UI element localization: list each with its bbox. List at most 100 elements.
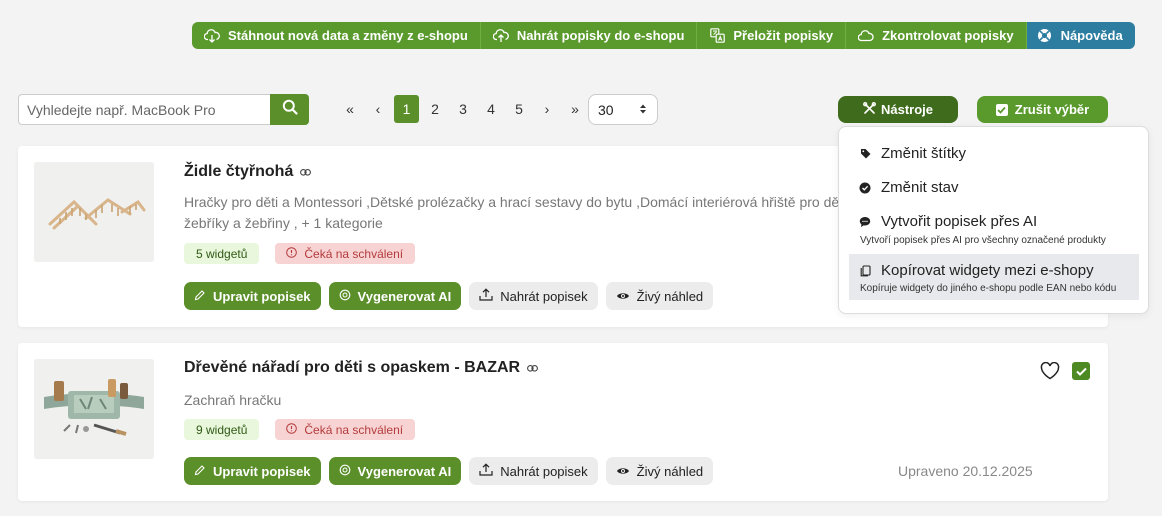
pencil-icon [194, 464, 206, 479]
upload-description-label: Nahrát popisek [500, 463, 588, 479]
help-button[interactable]: Nápověda [1025, 22, 1135, 49]
menu-item-description: Kopíruje widgety do jiného e-shopu podle… [860, 283, 1117, 294]
eye-icon [616, 464, 630, 479]
per-page-select[interactable]: 30 [588, 94, 658, 125]
live-preview-button[interactable]: Živý náhled [605, 457, 714, 485]
product-title[interactable]: Dřevěné nářadí pro děti s opaskem - BAZA… [184, 359, 539, 377]
ai-icon [339, 289, 351, 304]
ai-icon [339, 464, 351, 479]
tools-icon [863, 101, 876, 118]
page-link-3[interactable]: 3 [449, 95, 477, 123]
edit-description-button[interactable]: Upravit popisek [184, 457, 321, 485]
search-button[interactable] [270, 94, 309, 125]
menu-item-label: Změnit stav [881, 179, 959, 196]
upload-description-label: Nahrát popisek [500, 288, 588, 304]
status-badge: Čeká na schválení [275, 243, 416, 264]
live-preview-label: Živý náhled [636, 288, 704, 304]
lifebuoy-icon [1037, 28, 1053, 44]
page-link-5[interactable]: 5 [505, 95, 533, 123]
cloud-upload-icon [492, 28, 509, 44]
translate-label: Přeložit popisky [733, 28, 834, 43]
menu-item-copy-widgets[interactable]: Kopírovat widgety mezi e-shopy Kopíruje … [849, 254, 1139, 300]
check-circle-icon [859, 182, 871, 194]
chat-icon [859, 216, 871, 228]
menu-item-label: Kopírovat widgety mezi e-shopy [881, 262, 1094, 279]
eye-icon [616, 289, 630, 304]
cancel-selection-button[interactable]: Zrušit výběr [977, 96, 1108, 123]
last-page-link[interactable]: » [561, 95, 589, 123]
status-text: Čeká na schválení [304, 422, 404, 437]
pencil-icon [194, 289, 206, 304]
product-badges: 5 widgetů Čeká na schválení [184, 243, 416, 264]
product-categories: Hračky pro děti a Montessori ,Dětské pro… [184, 192, 854, 234]
edited-date: Upraveno 20.12.2025 [898, 463, 1033, 479]
page-link-2[interactable]: 2 [421, 95, 449, 123]
generate-ai-button[interactable]: Vygenerovat AI [328, 457, 462, 485]
upload-description-button[interactable]: Nahrát popisek [469, 282, 598, 310]
status-badge: Čeká na schválení [275, 419, 416, 440]
translate-button[interactable]: Přeložit popisky [696, 22, 846, 49]
page-link-4[interactable]: 4 [477, 95, 505, 123]
top-toolbar: Stáhnout nová data a změny z e-shopu Nah… [192, 22, 1135, 49]
menu-item-description: Vytvoří popisek přes AI pro všechny ozna… [860, 235, 1106, 246]
product-badges: 9 widgetů Čeká na schválení [184, 419, 416, 440]
upload-description-button[interactable]: Nahrát popisek [469, 457, 598, 485]
card-actions: Upravit popisek Vygenerovat AI Nahrát po… [184, 457, 714, 485]
widgets-badge[interactable]: 9 widgetů [184, 419, 260, 440]
live-preview-button[interactable]: Živý náhled [605, 282, 714, 310]
categories-line: Hračky pro děti a Montessori ,Dětské pro… [184, 194, 854, 210]
tools-dropdown: Změnit štítky Změnit stav Vytvořit popis… [838, 126, 1149, 314]
search-box [18, 94, 309, 125]
product-thumbnail[interactable] [34, 359, 154, 459]
link-icon[interactable] [300, 163, 312, 181]
edit-description-label: Upravit popisek [213, 463, 311, 479]
download-data-button[interactable]: Stáhnout nová data a změny z e-shopu [192, 22, 480, 49]
menu-item-label: Vytvořit popisek přes AI [881, 213, 1038, 230]
translate-icon [709, 28, 725, 44]
menu-item-change-tags[interactable]: Změnit štítky [849, 145, 1139, 162]
product-title-text: Židle čtyřnohá [184, 163, 294, 180]
upload-descriptions-label: Nahrát popisky do e-shopu [516, 28, 685, 43]
page-link-1[interactable]: 1 [394, 95, 419, 123]
menu-item-label: Změnit štítky [881, 145, 967, 162]
widgets-badge[interactable]: 5 widgetů [184, 243, 260, 264]
generate-ai-label: Vygenerovat AI [357, 288, 452, 304]
search-input[interactable] [18, 94, 270, 125]
download-data-label: Stáhnout nová data a změny z e-shopu [228, 28, 468, 43]
check-descriptions-button[interactable]: Zkontrolovat popisky [845, 22, 1026, 49]
product-card: Dřevěné nářadí pro děti s opaskem - BAZA… [18, 343, 1108, 501]
first-page-link[interactable]: « [336, 95, 364, 123]
product-title[interactable]: Židle čtyřnohá [184, 163, 312, 181]
cloud-download-icon [204, 28, 220, 44]
generate-ai-button[interactable]: Vygenerovat AI [328, 282, 462, 310]
upload-icon [479, 463, 493, 479]
product-thumbnail[interactable] [34, 162, 154, 262]
product-title-text: Dřevěné nářadí pro děti s opaskem - BAZA… [184, 359, 521, 376]
menu-item-create-ai-description[interactable]: Vytvořit popisek přes AI Vytvoří popisek… [849, 213, 1139, 246]
prev-page-link[interactable]: ‹ [364, 95, 392, 123]
copy-icon [859, 264, 871, 277]
tools-button[interactable]: Nástroje [838, 96, 958, 123]
product-categories: Zachraň hračku [184, 392, 282, 408]
upload-icon [479, 288, 493, 304]
select-checkbox[interactable] [1072, 362, 1090, 380]
link-icon[interactable] [527, 359, 539, 377]
per-page-value: 30 [598, 101, 614, 118]
help-label: Nápověda [1060, 28, 1123, 43]
pagination: « ‹ 1 2 3 4 5 › » [336, 95, 589, 123]
info-circle-icon [286, 246, 298, 261]
tag-icon [859, 148, 871, 160]
live-preview-label: Živý náhled [636, 463, 704, 479]
cloud-icon [858, 28, 874, 44]
heart-icon[interactable] [1040, 361, 1060, 382]
checkbox-icon [995, 103, 1008, 116]
menu-item-change-status[interactable]: Změnit stav [849, 179, 1139, 196]
cancel-selection-label: Zrušit výběr [1014, 102, 1090, 117]
check-descriptions-label: Zkontrolovat popisky [882, 28, 1014, 43]
status-text: Čeká na schválení [304, 246, 404, 261]
next-page-link[interactable]: › [533, 95, 561, 123]
info-circle-icon [286, 422, 298, 437]
upload-descriptions-button[interactable]: Nahrát popisky do e-shopu [479, 22, 697, 49]
edit-description-button[interactable]: Upravit popisek [184, 282, 321, 310]
generate-ai-label: Vygenerovat AI [357, 463, 452, 479]
